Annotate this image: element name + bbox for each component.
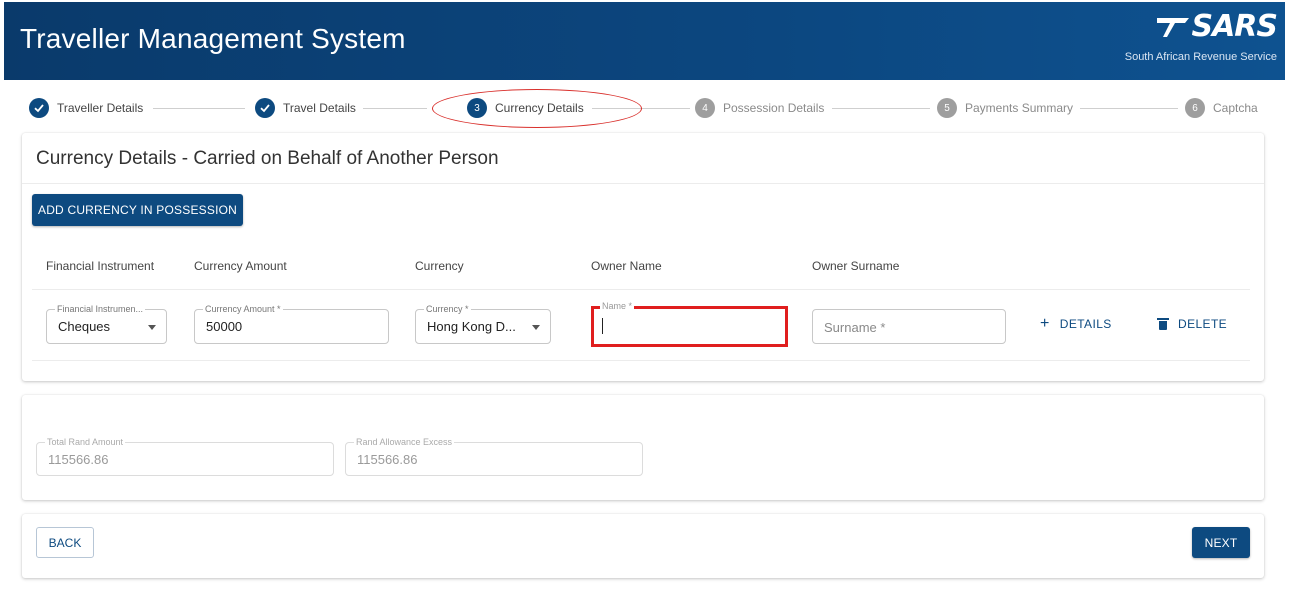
chevron-down-icon bbox=[532, 325, 540, 330]
field-value: Cheques bbox=[58, 319, 111, 334]
divider bbox=[22, 183, 1264, 184]
field-value: 115566.86 bbox=[48, 452, 109, 467]
step-number: 5 bbox=[937, 98, 957, 118]
navigation-card: BACK NEXT bbox=[22, 514, 1264, 578]
logo-text: SARS bbox=[1191, 9, 1278, 44]
app-header: Traveller Management System SARS South A… bbox=[4, 2, 1285, 80]
column-header: Owner Name bbox=[591, 259, 662, 273]
currency-details-card: Currency Details - Carried on Behalf of … bbox=[22, 133, 1264, 381]
details-button[interactable]: + DETAILS bbox=[1040, 315, 1112, 332]
back-button[interactable]: BACK bbox=[36, 527, 94, 558]
step-payments-summary[interactable]: 5 Payments Summary bbox=[937, 98, 1073, 118]
owner-name-input[interactable]: Name * bbox=[591, 301, 788, 347]
check-icon bbox=[255, 98, 275, 118]
field-label: Rand Allowance Excess bbox=[354, 437, 455, 447]
step-travel-details[interactable]: Travel Details bbox=[255, 98, 356, 118]
step-captcha[interactable]: 6 Captcha bbox=[1185, 98, 1258, 118]
step-connector bbox=[363, 108, 427, 109]
field-label: Financial Instrumen... bbox=[55, 304, 146, 314]
column-header: Owner Surname bbox=[812, 259, 900, 273]
field-label: Currency Amount * bbox=[203, 304, 283, 314]
field-value: 115566.86 bbox=[357, 452, 418, 467]
currency-amount-input[interactable]: Currency Amount * 50000 bbox=[194, 304, 389, 344]
divider bbox=[32, 289, 1250, 290]
details-label: DETAILS bbox=[1059, 317, 1112, 331]
divider bbox=[32, 360, 1250, 361]
sars-logo-mark-icon bbox=[1157, 17, 1190, 37]
step-label: Possession Details bbox=[723, 101, 825, 115]
column-header: Currency Amount bbox=[194, 259, 287, 273]
delete-label: DELETE bbox=[1178, 317, 1228, 331]
logo-subtitle: South African Revenue Service bbox=[1124, 51, 1277, 63]
sars-logo: SARS South African Revenue Service bbox=[1124, 9, 1278, 63]
step-label: Captcha bbox=[1213, 101, 1258, 115]
field-placeholder: Surname * bbox=[824, 320, 886, 335]
section-title: Currency Details - Carried on Behalf of … bbox=[36, 148, 499, 169]
plus-icon: + bbox=[1040, 315, 1050, 332]
step-label: Travel Details bbox=[283, 101, 356, 115]
step-connector bbox=[832, 108, 930, 109]
column-header: Currency bbox=[415, 259, 464, 273]
field-label: Total Rand Amount bbox=[45, 437, 126, 447]
financial-instrument-select[interactable]: Financial Instrumen... Cheques bbox=[46, 304, 167, 344]
delete-button[interactable]: DELETE bbox=[1157, 317, 1228, 331]
totals-card: Total Rand Amount 115566.86 Rand Allowan… bbox=[22, 395, 1264, 500]
chevron-down-icon bbox=[148, 325, 156, 330]
app-title: Traveller Management System bbox=[20, 23, 406, 54]
step-connector bbox=[1080, 108, 1178, 109]
field-label: Currency * bbox=[424, 304, 471, 314]
field-label: Name * bbox=[600, 301, 635, 311]
currency-select[interactable]: Currency * Hong Kong D... bbox=[415, 304, 551, 344]
annotation-ellipse bbox=[432, 89, 642, 128]
step-label: Traveller Details bbox=[57, 101, 144, 115]
owner-surname-input[interactable]: Surname * bbox=[812, 309, 1006, 344]
step-number: 6 bbox=[1185, 98, 1205, 118]
text-cursor bbox=[602, 318, 603, 334]
field-value: 50000 bbox=[206, 319, 243, 334]
step-label: Payments Summary bbox=[965, 101, 1074, 115]
add-currency-button[interactable]: ADD CURRENCY IN POSSESSION bbox=[32, 194, 243, 226]
next-button[interactable]: NEXT bbox=[1192, 527, 1250, 558]
step-connector bbox=[153, 108, 245, 109]
step-possession-details[interactable]: 4 Possession Details bbox=[695, 98, 824, 118]
field-value: Hong Kong D... bbox=[427, 319, 516, 334]
total-rand-amount-field: Total Rand Amount 115566.86 bbox=[36, 437, 334, 476]
trash-icon bbox=[1157, 318, 1169, 330]
progress-stepper: Traveller Details Travel Details 3 Curre… bbox=[0, 86, 1291, 130]
rand-allowance-excess-field: Rand Allowance Excess 115566.86 bbox=[345, 437, 643, 476]
step-traveller-details[interactable]: Traveller Details bbox=[29, 98, 143, 118]
check-icon bbox=[29, 98, 49, 118]
column-header: Financial Instrument bbox=[46, 259, 155, 273]
step-number: 4 bbox=[695, 98, 715, 118]
